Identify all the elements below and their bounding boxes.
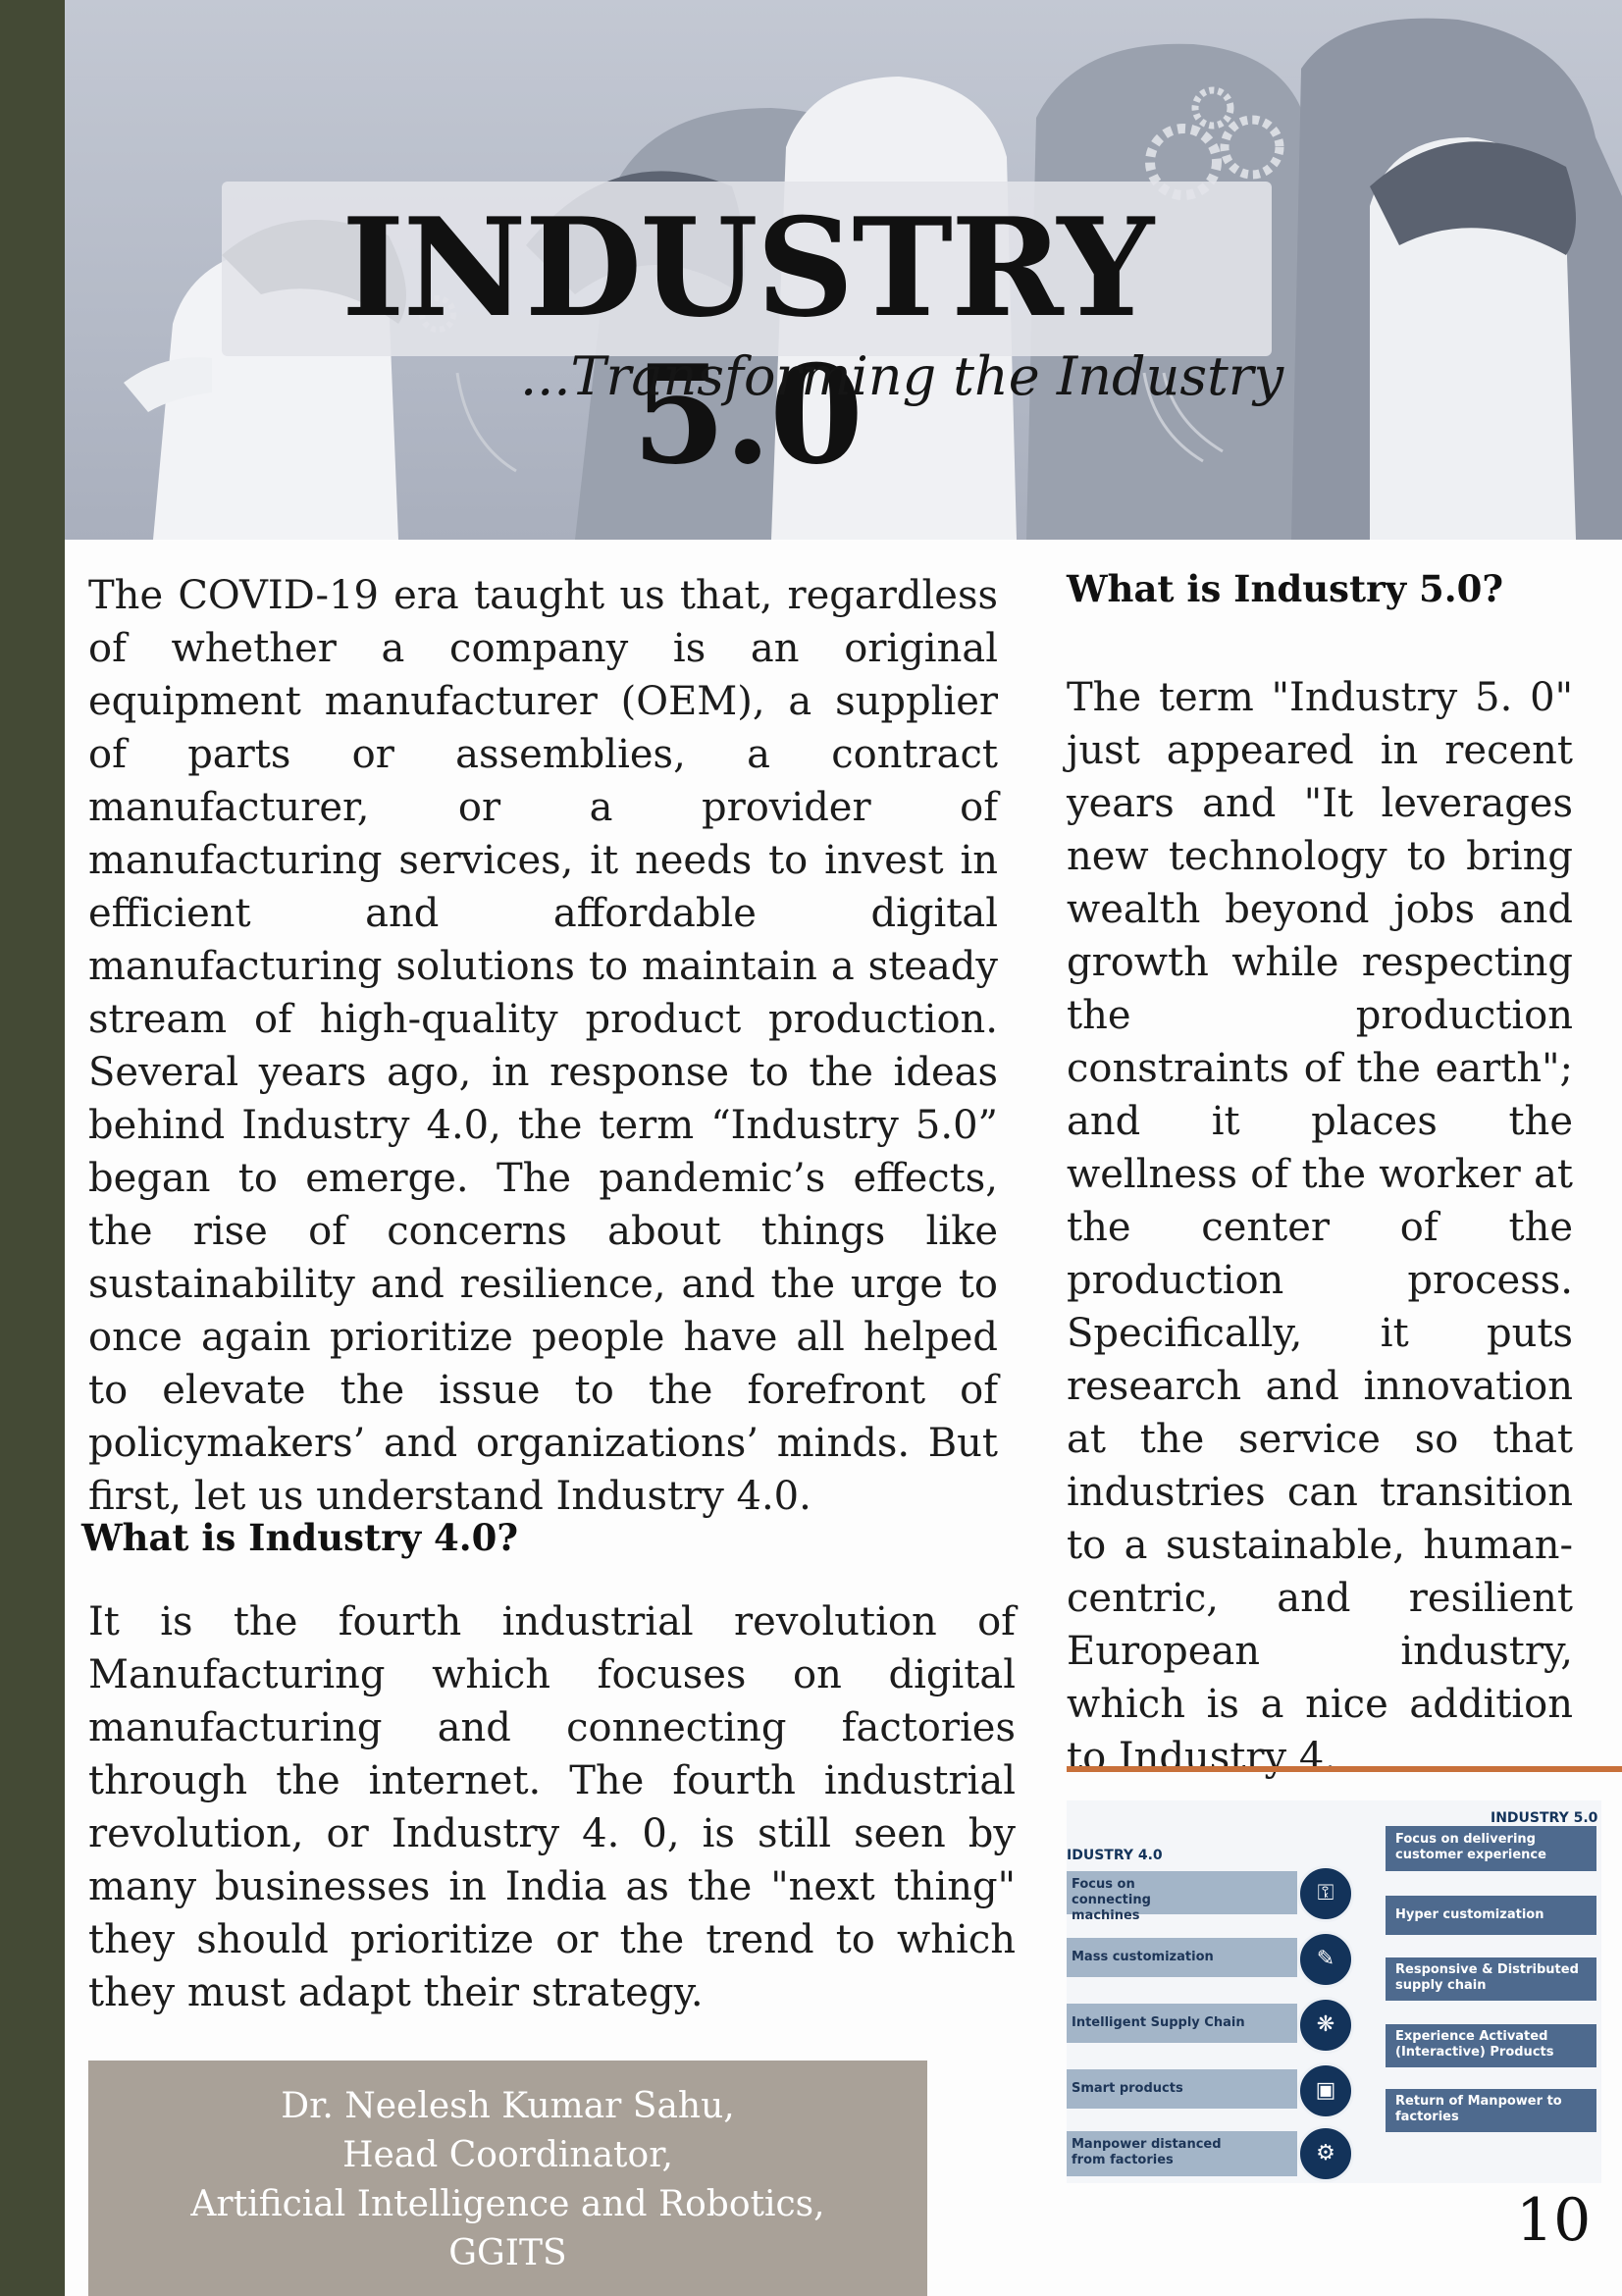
- page-title: INDUSTRY 5.0: [340, 187, 1154, 495]
- industry-4-heading: What is Industry 4.0?: [81, 1516, 518, 1559]
- diagram-left-title: IDUSTRY 4.0: [1067, 1848, 1163, 1863]
- worker-icon: ⚙: [1297, 2125, 1354, 2182]
- industry-5-paragraph: The term "Industry 5. 0" just appeared i…: [1067, 675, 1573, 1780]
- section-divider: [1067, 1766, 1622, 1772]
- diagram-right-title: INDUSTRY 5.0: [1491, 1810, 1598, 1826]
- left-margin-bar: [0, 0, 65, 2296]
- network-icon: ❋: [1297, 1997, 1354, 2054]
- author-organization: GGITS: [448, 2233, 567, 2273]
- industry5-item-label: Return of Manpower to factories: [1395, 2094, 1562, 2124]
- author-box: Dr. Neelesh Kumar Sahu, Head Coordinator…: [88, 2061, 927, 2296]
- page-subtitle: ...Transforming the Industry: [520, 345, 1284, 407]
- author-name: Dr. Neelesh Kumar Sahu,: [281, 2086, 735, 2126]
- industry5-item-label: Responsive & Distributed supply chain: [1395, 1962, 1579, 1993]
- page-number: 10: [1516, 2186, 1592, 2255]
- industry4-item-label: Smart products: [1072, 2081, 1183, 2096]
- industry4-item-label: Intelligent Supply Chain: [1072, 2015, 1245, 2030]
- industry5-item-label: Hyper customization: [1395, 1907, 1544, 1922]
- industry5-item-label: Focus on delivering customer experience: [1395, 1832, 1546, 1862]
- industry5-item-label: Experience Activated (Interactive) Produ…: [1395, 2029, 1554, 2060]
- author-role: Head Coordinator,: [342, 2135, 673, 2175]
- intro-paragraph: The COVID-19 era taught us that, regardl…: [88, 573, 998, 1519]
- industry-5-heading: What is Industry 5.0?: [1067, 567, 1503, 610]
- industry4-item-label: Manpower distanced from factories: [1072, 2137, 1222, 2167]
- binoculars-icon: ⚿: [1297, 1865, 1354, 1922]
- industry4-item-label: Focus on connecting machines: [1072, 1877, 1151, 1923]
- industry4-item-label: Mass customization: [1072, 1950, 1214, 1964]
- package-icon: ▣: [1297, 2062, 1354, 2119]
- industry-4-paragraph: It is the fourth industrial revolution o…: [88, 1599, 1016, 2015]
- wrench-icon: ✎: [1297, 1931, 1354, 1988]
- industry-comparison-diagram: INDUSTRY 5.0 IDUSTRY 4.0 Focus on connec…: [1067, 1800, 1601, 2183]
- author-department: Artificial Intelligence and Robotics,: [190, 2184, 825, 2224]
